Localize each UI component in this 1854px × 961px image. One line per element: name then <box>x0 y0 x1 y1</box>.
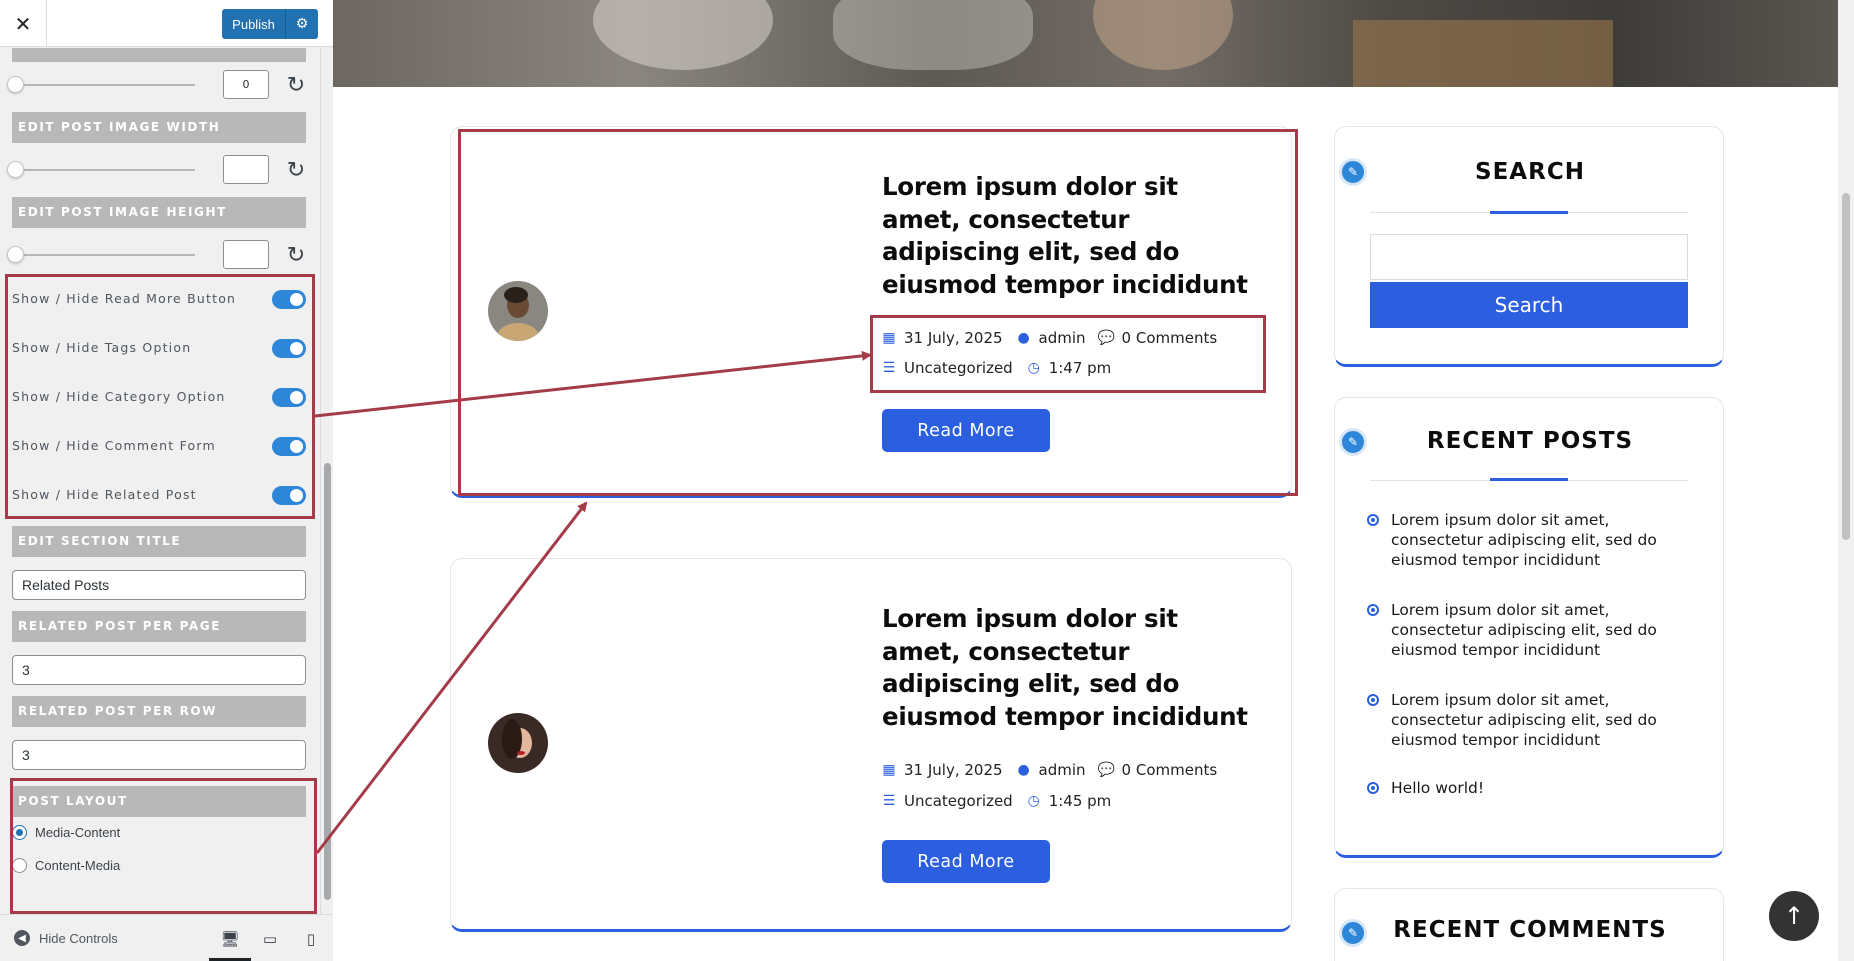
read-more-button[interactable]: Read More <box>882 840 1050 883</box>
search-button[interactable]: Search <box>1370 282 1688 328</box>
calendar-icon: ▦ <box>882 762 896 778</box>
highlight-post-layout <box>10 778 317 914</box>
panel-scrollbar[interactable] <box>320 48 333 914</box>
highlight-post-card <box>458 129 1298 496</box>
recent-comments-widget: ✎ RECENT COMMENTS <box>1334 888 1724 961</box>
recent-posts-widget: ✎ RECENT POSTS Lorem ipsum dolor sit ame… <box>1334 397 1724 858</box>
recent-post-item[interactable]: Lorem ipsum dolor sit amet, consectetur … <box>1367 600 1687 660</box>
section-header-per-page: RELATED POST PER PAGE <box>12 611 306 642</box>
post-card: Lorem ipsum dolor sit amet, consectetur … <box>450 558 1292 932</box>
hero-image <box>333 0 1838 87</box>
mobile-preview-icon[interactable]: ▯ <box>300 928 322 950</box>
widget-title: RECENT COMMENTS <box>1393 917 1667 943</box>
customizer-header: ✕ Publish ⚙ <box>0 0 333 47</box>
search-input[interactable] <box>1370 234 1688 280</box>
bullet-icon <box>1367 694 1379 706</box>
highlight-toggles <box>5 274 315 519</box>
bullet-icon <box>1367 604 1379 616</box>
collapse-arrow-icon: ◀ <box>14 930 30 946</box>
section-title-input[interactable]: Related Posts <box>12 570 306 600</box>
section-header-image-height: EDIT POST IMAGE HEIGHT <box>12 197 306 228</box>
clock-icon: ◷ <box>1027 793 1040 809</box>
widget-title: SEARCH <box>1475 159 1585 185</box>
image-height-slider-track[interactable] <box>15 254 195 256</box>
highlight-post-meta <box>870 315 1266 393</box>
image-width-number-input[interactable] <box>223 155 269 184</box>
post-date[interactable]: ▦ 31 July, 2025 <box>882 761 1002 779</box>
list-icon: ☰ <box>882 793 896 809</box>
page-scrollbar-thumb[interactable] <box>1842 193 1850 540</box>
section-header-per-row: RELATED POST PER ROW <box>12 696 306 727</box>
bullet-icon <box>1367 514 1379 526</box>
post-comments[interactable]: 💬 0 Comments <box>1097 761 1217 779</box>
tablet-preview-icon[interactable]: ▭ <box>259 928 281 950</box>
page-scrollbar[interactable] <box>1838 0 1854 961</box>
desktop-preview-icon[interactable]: 🖥 <box>219 928 241 950</box>
hide-controls-button[interactable]: ◀ Hide Controls <box>14 930 118 946</box>
widget-title: RECENT POSTS <box>1426 428 1634 454</box>
recent-post-item[interactable]: Lorem ipsum dolor sit amet, consectetur … <box>1367 690 1687 750</box>
image-height-number-input[interactable] <box>223 240 269 269</box>
back-to-top-button[interactable]: ↑ <box>1769 891 1819 941</box>
publish-button[interactable]: Publish <box>222 9 285 39</box>
author-avatar <box>488 713 548 773</box>
border-radius-slider-track[interactable] <box>15 84 195 86</box>
recent-post-item[interactable]: Hello world! <box>1367 778 1687 798</box>
image-width-reset-icon[interactable]: ↻ <box>283 157 309 183</box>
title-accent <box>1490 211 1568 214</box>
image-height-reset-icon[interactable]: ↻ <box>283 242 309 268</box>
customizer-footer: ◀ Hide Controls 🖥 ▭ ▯ <box>0 914 333 961</box>
image-height-slider-knob[interactable] <box>7 246 24 263</box>
post-title[interactable]: Lorem ipsum dolor sit amet, consectetur … <box>882 603 1262 733</box>
border-radius-number-input[interactable]: 0 <box>223 70 269 99</box>
hide-controls-label: Hide Controls <box>39 930 118 946</box>
post-author[interactable]: ● admin <box>1017 761 1085 779</box>
panel-scrollbar-thumb[interactable] <box>324 463 331 900</box>
section-header-cutoff <box>12 48 306 62</box>
image-width-slider-track[interactable] <box>15 169 195 171</box>
border-radius-reset-icon[interactable]: ↻ <box>283 72 309 98</box>
comments-icon: 💬 <box>1097 762 1116 778</box>
title-accent <box>1490 478 1568 481</box>
post-meta-row-1: ▦ 31 July, 2025 ● admin 💬 0 Comments <box>882 759 1231 781</box>
user-icon: ● <box>1017 762 1030 778</box>
recent-post-item[interactable]: Lorem ipsum dolor sit amet, consectetur … <box>1367 510 1687 570</box>
related-per-row-input[interactable]: 3 <box>12 740 306 770</box>
post-time: ◷ 1:45 pm <box>1027 792 1112 810</box>
search-widget: ✎ SEARCH Search <box>1334 126 1724 367</box>
section-header-section-title: EDIT SECTION TITLE <box>12 526 306 557</box>
related-per-page-input[interactable]: 3 <box>12 655 306 685</box>
bullet-icon <box>1367 782 1379 794</box>
close-customizer-button[interactable]: ✕ <box>0 0 47 47</box>
section-header-image-width: EDIT POST IMAGE WIDTH <box>12 112 306 143</box>
border-radius-slider-knob[interactable] <box>7 76 24 93</box>
publish-group: Publish ⚙ <box>222 9 318 39</box>
publish-settings-gear-icon[interactable]: ⚙ <box>285 9 318 39</box>
post-category[interactable]: ☰ Uncategorized <box>882 792 1013 810</box>
image-width-slider-knob[interactable] <box>7 161 24 178</box>
post-meta-row-2: ☰ Uncategorized ◷ 1:45 pm <box>882 790 1125 812</box>
